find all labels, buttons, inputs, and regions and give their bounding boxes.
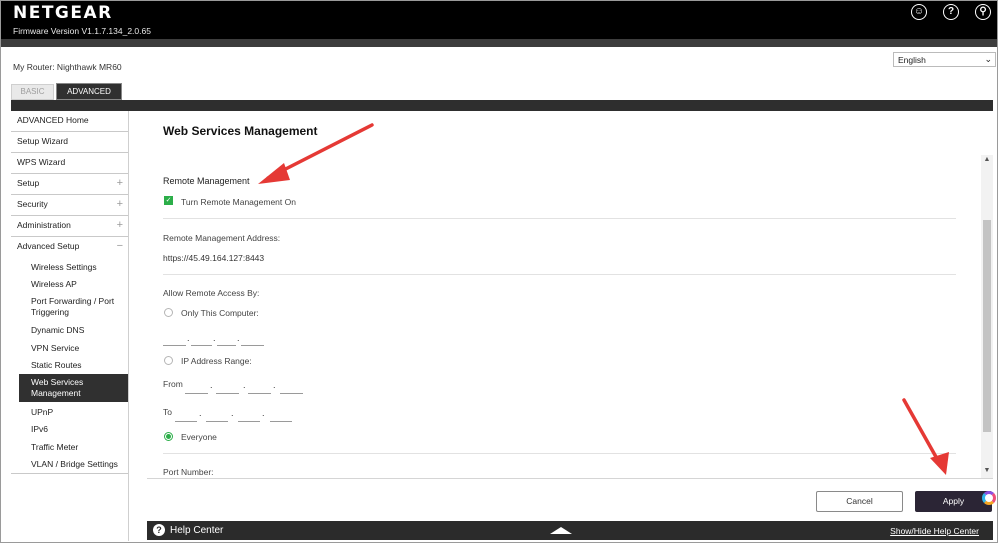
annotation-arrows [258, 123, 949, 475]
arrowhead-1 [258, 163, 290, 184]
arrowhead-2 [930, 452, 949, 475]
annotation-arrow-2 [902, 398, 942, 466]
